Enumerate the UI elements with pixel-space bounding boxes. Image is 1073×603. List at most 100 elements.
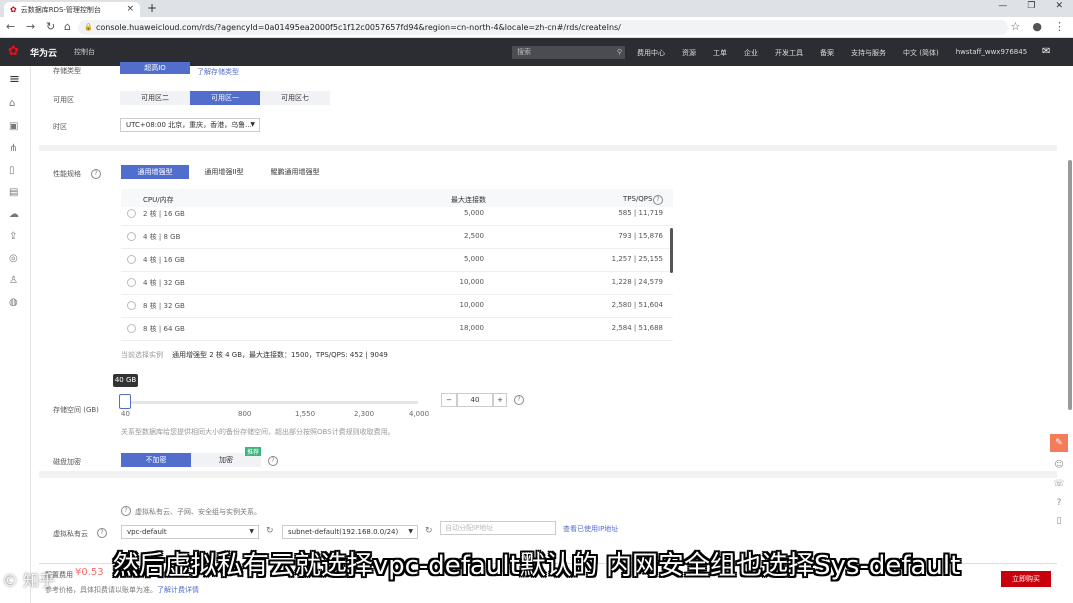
perf-tab-general[interactable]: 通用增强型 (121, 165, 189, 179)
storage-input[interactable]: 40 (457, 393, 493, 407)
cloud-icon[interactable]: ☁ (9, 209, 19, 220)
question-icon[interactable]: ? (1050, 494, 1068, 512)
reload-icon[interactable]: ↻ (46, 20, 55, 33)
topnav-items: 费用中心 资源 工单 企业 开发工具 备案 支持与服务 中文 (简体) hwst… (637, 48, 1044, 58)
nav-user[interactable]: hwstaff_wwx976845 (956, 48, 1027, 58)
table-row[interactable]: 2 核 | 16 GB 5,000 585 | 11,719 (121, 203, 673, 225)
ip-input[interactable]: 自动分配IP地址 (440, 521, 556, 535)
az-label: 可用区 (53, 96, 74, 104)
refresh-icon[interactable]: ↻ (266, 526, 274, 536)
cost-icon[interactable]: ◎ (9, 253, 18, 264)
table-row[interactable]: 8 核 | 64 GB 18,000 2,584 | 51,688 (121, 318, 673, 340)
huawei-logo-icon[interactable]: ✿ (8, 45, 24, 59)
az-option-7[interactable]: 可用区七 (260, 91, 330, 105)
table-row[interactable]: 4 核 | 8 GB 2,500 793 | 15,876 (121, 226, 673, 248)
storage-type-ultra-io[interactable]: 超高IO (120, 62, 190, 74)
subnet-select[interactable]: subnet-default(192.168.0.0/24) ▼ (282, 525, 418, 539)
storage-type-link[interactable]: 了解存储类型 (197, 67, 239, 77)
storage-slider-track[interactable] (120, 401, 418, 404)
radio-icon[interactable] (127, 301, 136, 310)
page-scrollbar[interactable] (1068, 160, 1072, 410)
encrypt-help-icon[interactable]: ? (268, 456, 278, 466)
table-row[interactable]: 4 核 | 32 GB 10,000 1,228 | 24,579 (121, 272, 673, 294)
nav-enterprise[interactable]: 企业 (744, 48, 758, 58)
cell-cpu: 4 核 | 16 GB (143, 256, 185, 264)
help-icon[interactable]: ? (91, 169, 101, 179)
az-option-1[interactable]: 可用区一 (190, 91, 260, 105)
huawei-favicon-icon: ✿ (10, 5, 17, 14)
nav-resources[interactable]: 资源 (682, 48, 696, 58)
radio-icon[interactable] (127, 232, 136, 241)
table-row[interactable]: 4 核 | 16 GB 5,000 1,257 | 25,155 (121, 249, 673, 271)
forward-icon[interactable]: → (26, 20, 35, 33)
chevron-down-icon: ▼ (249, 528, 254, 535)
timezone-select[interactable]: UTC+08:00 北京，重庆，香港，乌鲁... ▼ (120, 118, 260, 132)
nav-support[interactable]: 支持与服务 (851, 48, 886, 58)
radio-icon[interactable] (127, 209, 136, 218)
radio-icon[interactable] (127, 324, 136, 333)
perf-tab-general-ii[interactable]: 通用增强II型 (195, 165, 253, 179)
table-scrollbar[interactable] (670, 228, 673, 273)
bookmark-star-icon[interactable]: ☆ (1011, 20, 1021, 33)
hamburger-menu-icon[interactable]: ≡ (9, 72, 20, 87)
increment-button[interactable]: + (493, 393, 507, 407)
ecs-icon[interactable]: ▣ (9, 121, 18, 132)
billing-link[interactable]: 了解计费详情 (157, 585, 199, 595)
nav-devtools[interactable]: 开发工具 (775, 48, 803, 58)
brand-name[interactable]: 华为云 (30, 46, 57, 59)
az-option-2[interactable]: 可用区二 (120, 91, 190, 105)
home-service-icon[interactable]: ⌂ (9, 98, 15, 109)
refresh-icon[interactable]: ↻ (425, 526, 433, 536)
nav-tickets[interactable]: 工单 (713, 48, 727, 58)
decrement-button[interactable]: − (441, 393, 457, 407)
headset-icon[interactable]: ☏ (1050, 475, 1068, 493)
vpc-help-icon[interactable]: ? (97, 528, 107, 538)
minimize-icon[interactable]: — (998, 1, 1007, 11)
watermark: © 知乎 (2, 571, 56, 590)
info-icon: ? (121, 506, 131, 516)
browser-tab[interactable]: ✿ 云数据库RDS-管理控制台 × (4, 2, 140, 17)
cell-conn: 5,000 (463, 255, 484, 263)
ip-used-link[interactable]: 查看已使用IP地址 (563, 524, 618, 534)
radio-icon[interactable] (127, 255, 136, 264)
cell-tps: 585 | 11,719 (618, 209, 663, 217)
url-input[interactable]: 🔒 console.huaweicloud.com/rds/?agencyId=… (78, 20, 1008, 35)
perf-tab-kunpeng[interactable]: 鲲鹏通用增强型 (263, 165, 327, 179)
maximize-icon[interactable]: ❐ (1027, 1, 1035, 11)
upload-icon[interactable]: ⇪ (9, 231, 17, 242)
home-icon[interactable]: ⌂ (64, 20, 71, 33)
disk-no-encrypt[interactable]: 不加密 (121, 453, 191, 467)
search-icon[interactable]: ⚲ (617, 46, 622, 59)
storage-help-icon[interactable]: ? (514, 395, 524, 405)
chevron-down-icon: ▼ (408, 528, 413, 535)
chat-icon[interactable]: ☺ (1050, 456, 1068, 474)
menu-icon[interactable]: ⋮ (1054, 20, 1065, 33)
nav-filing[interactable]: 备案 (820, 48, 834, 58)
storage-icon[interactable]: ▯ (9, 165, 15, 176)
search-input[interactable]: 搜索 ⚲ (512, 46, 625, 59)
mrs-icon[interactable]: ⋔ (9, 143, 17, 154)
nav-language[interactable]: 中文 (简体) (903, 48, 939, 58)
console-link[interactable]: 控制台 (74, 47, 95, 57)
doc-float-icon[interactable]: ▯ (1050, 512, 1068, 530)
message-icon[interactable]: ✉ (1042, 46, 1050, 57)
storage-slider-handle[interactable] (119, 394, 131, 409)
tick-label: 800 (238, 410, 252, 418)
close-window-icon[interactable]: ✕ (1055, 1, 1063, 11)
nav-billing[interactable]: 费用中心 (637, 48, 665, 58)
vpc-value: vpc-default (127, 528, 167, 536)
cell-conn: 2,500 (463, 232, 484, 240)
radio-icon[interactable] (127, 278, 136, 287)
vpc-select[interactable]: vpc-default ▼ (121, 525, 259, 539)
close-tab-icon[interactable]: × (126, 4, 134, 14)
table-row[interactable]: 8 核 | 32 GB 10,000 2,580 | 51,604 (121, 295, 673, 317)
disk-encrypt-label: 磁盘加密 (53, 458, 81, 466)
tick-label: 2,300 (354, 410, 375, 418)
back-icon[interactable]: ← (6, 20, 15, 33)
profile-icon[interactable]: ● (1032, 20, 1042, 33)
users-icon[interactable]: ♙ (9, 275, 18, 286)
globe-icon[interactable]: ◍ (9, 297, 18, 308)
feedback-icon[interactable]: ✎ (1050, 434, 1068, 452)
new-tab-icon[interactable]: + (147, 1, 157, 15)
doc-icon[interactable]: ▤ (9, 187, 18, 198)
